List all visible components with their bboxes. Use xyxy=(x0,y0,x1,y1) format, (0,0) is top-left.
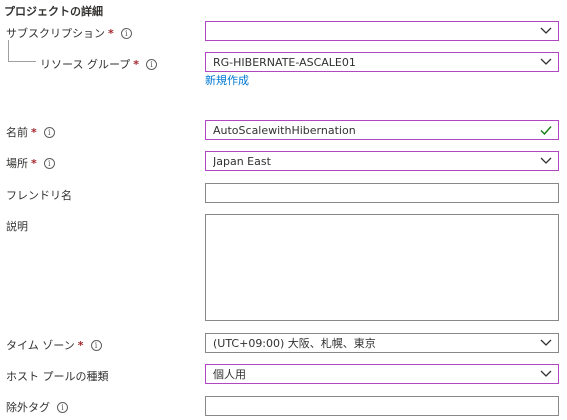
resource-group-value: RG-HIBERNATE-ASCALE01 xyxy=(213,55,356,69)
description-textarea[interactable] xyxy=(205,214,559,321)
info-icon[interactable]: i xyxy=(146,58,158,70)
create-new-link[interactable]: 新規作成 xyxy=(205,72,249,88)
name-label: 名前 * i xyxy=(6,124,55,140)
resource-group-label-text: リソース グループ xyxy=(40,58,131,71)
info-icon[interactable]: i xyxy=(43,157,55,169)
required-marker: * xyxy=(31,156,37,170)
required-marker: * xyxy=(31,125,37,139)
chevron-down-icon xyxy=(539,55,553,69)
timezone-dropdown[interactable]: (UTC+09:00) 大阪、札幌、東京 xyxy=(205,333,559,353)
timezone-label: タイム ゾーン * i xyxy=(6,337,102,353)
checkmark-icon xyxy=(539,123,553,137)
tree-connector xyxy=(8,40,36,62)
host-pool-type-label-text: ホスト プールの種類 xyxy=(6,370,109,383)
friendly-name-input[interactable] xyxy=(205,183,559,203)
name-input[interactable]: AutoScalewithHibernation xyxy=(205,120,559,140)
required-marker: * xyxy=(108,26,114,40)
location-dropdown[interactable]: Japan East xyxy=(205,151,559,171)
info-icon[interactable]: i xyxy=(120,27,132,39)
required-marker: * xyxy=(133,57,140,71)
info-icon[interactable]: i xyxy=(90,339,102,351)
resource-group-dropdown[interactable]: RG-HIBERNATE-ASCALE01 xyxy=(205,52,559,72)
subscription-label: サブスクリプション * i xyxy=(6,25,132,41)
info-icon[interactable]: i xyxy=(57,401,68,413)
chevron-down-icon xyxy=(539,336,553,350)
location-value: Japan East xyxy=(213,154,271,168)
exclusion-tag-label: 除外タグ i xyxy=(6,399,68,415)
description-label-text: 説明 xyxy=(6,220,28,233)
exclusion-tag-input[interactable] xyxy=(205,396,559,416)
location-label-text: 場所 xyxy=(6,157,28,170)
section-title: プロジェクトの詳細 xyxy=(4,5,103,18)
name-value: AutoScalewithHibernation xyxy=(213,123,356,137)
host-pool-type-dropdown[interactable]: 個人用 xyxy=(205,364,559,384)
subscription-dropdown[interactable] xyxy=(205,21,559,41)
resource-group-label: リソース グループ * i xyxy=(40,56,158,72)
info-icon[interactable]: i xyxy=(43,126,55,138)
chevron-down-icon xyxy=(539,154,553,168)
friendly-name-label: フレンドリ名 xyxy=(6,187,72,203)
exclusion-tag-label-text: 除外タグ xyxy=(6,401,50,414)
timezone-value: (UTC+09:00) 大阪、札幌、東京 xyxy=(213,337,376,350)
friendly-name-label-text: フレンドリ名 xyxy=(6,189,72,202)
subscription-label-text: サブスクリプション xyxy=(6,27,105,40)
timezone-label-text: タイム ゾーン xyxy=(6,339,75,352)
description-label: 説明 xyxy=(6,218,28,234)
location-label: 場所 * i xyxy=(6,155,55,171)
name-label-text: 名前 xyxy=(6,126,28,139)
host-pool-type-label: ホスト プールの種類 xyxy=(6,368,109,384)
chevron-down-icon xyxy=(539,24,553,38)
required-marker: * xyxy=(77,338,84,352)
host-pool-type-value: 個人用 xyxy=(213,368,246,381)
chevron-down-icon xyxy=(539,367,553,381)
